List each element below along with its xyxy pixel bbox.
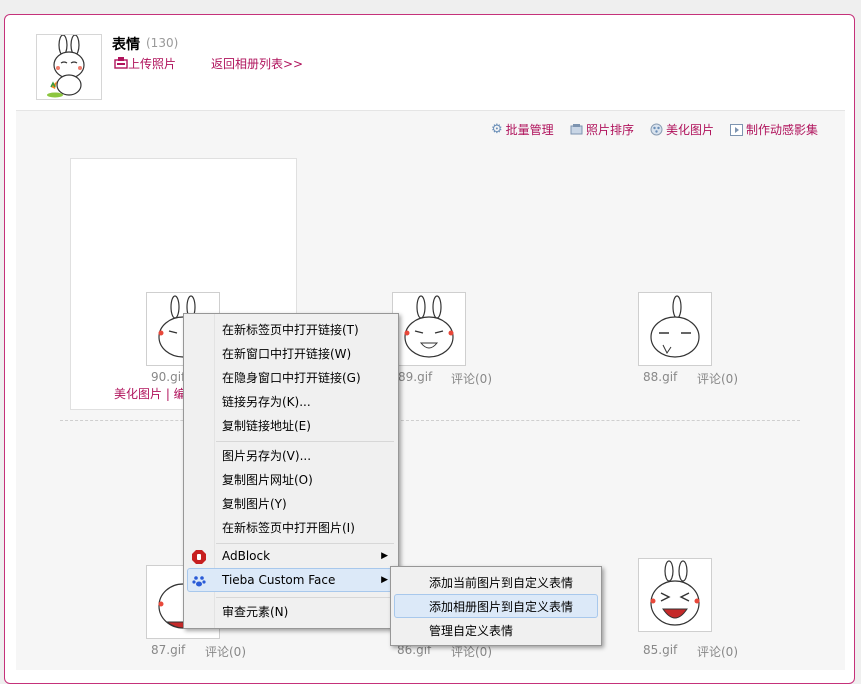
upload-icon bbox=[114, 57, 128, 69]
album-title: 表情 bbox=[112, 37, 140, 53]
menu-separator bbox=[216, 441, 394, 442]
upload-photo-label: 上传照片 bbox=[128, 57, 177, 71]
batch-manage-label: 批量管理 bbox=[505, 123, 554, 137]
upload-photo-link[interactable]: 上传照片 bbox=[114, 55, 176, 72]
row-divider bbox=[60, 420, 800, 421]
photo-name-87[interactable]: 87.gif bbox=[151, 643, 185, 657]
photo-name-89[interactable]: 89.gif bbox=[398, 370, 432, 384]
menu-separator bbox=[216, 597, 394, 598]
submenu-manage-faces[interactable]: 管理自定义表情 bbox=[429, 622, 513, 639]
slideshow-button[interactable]: 制作动感影集 bbox=[730, 121, 818, 138]
menu-open-link-new-tab[interactable]: 在新标签页中打开链接(T) bbox=[222, 321, 359, 338]
photo-thumb-89[interactable] bbox=[392, 292, 466, 366]
menu-open-image-new-tab[interactable]: 在新标签页中打开图片(I) bbox=[222, 519, 355, 536]
beautify-button[interactable]: 美化图片 bbox=[650, 121, 714, 138]
adblock-icon bbox=[192, 550, 206, 564]
photo-name-90[interactable]: 90.gif bbox=[151, 370, 185, 384]
photo-comment-89[interactable]: 评论(0) bbox=[451, 370, 492, 387]
slideshow-label: 制作动感影集 bbox=[746, 123, 819, 137]
photo-comment-87[interactable]: 评论(0) bbox=[205, 643, 246, 660]
menu-adblock[interactable]: AdBlock bbox=[222, 549, 270, 563]
submenu-add-current-image[interactable]: 添加当前图片到自定义表情 bbox=[429, 574, 573, 591]
tieba-submenu: 添加当前图片到自定义表情 添加相册图片到自定义表情 管理自定义表情 bbox=[390, 566, 602, 646]
submenu-arrow-icon: ▶ bbox=[381, 575, 388, 585]
menu-open-link-new-window[interactable]: 在新窗口中打开链接(W) bbox=[222, 345, 351, 362]
menu-copy-image-url[interactable]: 复制图片网址(O) bbox=[222, 471, 313, 488]
sort-icon bbox=[570, 124, 583, 135]
submenu-add-album-images[interactable]: 添加相册图片到自定义表情 bbox=[429, 598, 573, 615]
paw-icon bbox=[192, 576, 206, 587]
photo-comment-85[interactable]: 评论(0) bbox=[697, 643, 738, 660]
menu-open-link-incognito[interactable]: 在隐身窗口中打开链接(G) bbox=[222, 369, 361, 386]
menu-separator bbox=[216, 543, 394, 544]
menu-save-image-as[interactable]: 图片另存为(V)... bbox=[222, 447, 311, 464]
beautify-label: 美化图片 bbox=[666, 123, 715, 137]
menu-copy-link-address[interactable]: 复制链接地址(E) bbox=[222, 417, 311, 434]
menu-inspect-element[interactable]: 审查元素(N) bbox=[222, 603, 288, 620]
photo-name-85[interactable]: 85.gif bbox=[643, 643, 677, 657]
photo-comment-88[interactable]: 评论(0) bbox=[697, 370, 738, 387]
gear-icon: ⚙ bbox=[491, 122, 503, 137]
rabbit-cover-icon bbox=[47, 34, 85, 98]
back-to-albums-link[interactable]: 返回相册列表>> bbox=[211, 55, 303, 72]
menu-copy-image[interactable]: 复制图片(Y) bbox=[222, 495, 287, 512]
album-count: (130) bbox=[146, 36, 179, 50]
batch-manage-button[interactable]: ⚙ 批量管理 bbox=[491, 121, 554, 138]
rabbit-face-icon bbox=[404, 295, 454, 358]
photo-thumb-88[interactable] bbox=[638, 292, 712, 366]
album-cover[interactable] bbox=[36, 34, 102, 100]
context-menu: 在新标签页中打开链接(T) 在新窗口中打开链接(W) 在隐身窗口中打开链接(G)… bbox=[183, 313, 399, 629]
submenu-arrow-icon: ▶ bbox=[381, 551, 388, 561]
rabbit-face-icon bbox=[650, 560, 700, 626]
play-icon bbox=[730, 123, 743, 136]
photo-name-88[interactable]: 88.gif bbox=[643, 370, 677, 384]
photo-thumb-85[interactable] bbox=[638, 558, 712, 632]
photo-sort-button[interactable]: 照片排序 bbox=[570, 121, 634, 138]
menu-save-link-as[interactable]: 链接另存为(K)... bbox=[222, 393, 311, 410]
photo-actions[interactable]: 美化图片 | 编 bbox=[114, 385, 186, 402]
menu-tieba-custom-face[interactable]: Tieba Custom Face bbox=[222, 573, 335, 587]
rabbit-face-icon bbox=[650, 295, 700, 358]
palette-icon bbox=[650, 123, 663, 136]
photo-sort-label: 照片排序 bbox=[586, 123, 635, 137]
